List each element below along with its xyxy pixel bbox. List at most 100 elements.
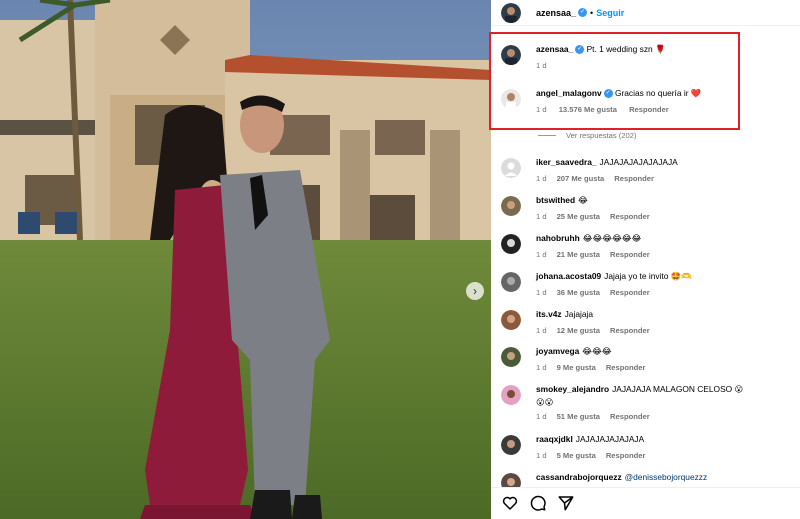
- comment-likes[interactable]: 12 Me gusta: [557, 326, 600, 335]
- view-replies-button[interactable]: Ver respuestas (202): [538, 131, 637, 140]
- comment-text: JAJAJAJAJAJAJAJA: [599, 157, 678, 167]
- comment-time[interactable]: 1 d: [536, 61, 547, 70]
- comment-text: JAJAJAJA MALAGON CELOSO 😮: [612, 384, 744, 394]
- wedding-photo-illustration: [0, 0, 491, 519]
- commenter-avatar[interactable]: [501, 272, 521, 292]
- comment-item: johana.acosta09 Jajaja yo te invito 🤩🫶 1 …: [501, 271, 692, 297]
- commenter-avatar[interactable]: [501, 310, 521, 330]
- comment-text: 😂😂😂: [582, 346, 612, 356]
- comment-time[interactable]: 1 d: [536, 105, 547, 114]
- comment-time[interactable]: 1 d: [536, 326, 547, 335]
- avatar-icon: [501, 89, 521, 109]
- comment-username[interactable]: its.v4z: [536, 309, 562, 319]
- view-replies-label: Ver respuestas (202): [566, 131, 637, 140]
- comment-likes[interactable]: 51 Me gusta: [557, 412, 600, 421]
- comment-text-continuation: 😮😮: [536, 397, 554, 407]
- avatar-icon: [501, 272, 521, 292]
- commenter-avatar[interactable]: [501, 435, 521, 455]
- reply-button[interactable]: Responder: [610, 250, 650, 259]
- comment-username[interactable]: smokey_alejandro: [536, 384, 609, 394]
- reply-button[interactable]: Responder: [614, 174, 654, 183]
- verified-badge-icon: ✓: [603, 89, 613, 99]
- reply-button[interactable]: Responder: [606, 363, 646, 372]
- avatar-icon: [501, 347, 521, 367]
- comment-text: 😂😂😂😂😂😂: [582, 233, 642, 243]
- replies-divider: [538, 135, 556, 136]
- verified-badge-icon: ✓: [575, 45, 585, 55]
- reply-button[interactable]: Responder: [610, 412, 650, 421]
- comment-item: btswithed 😂 1 d 25 Me gusta Responder: [501, 195, 660, 221]
- comment-time[interactable]: 1 d: [536, 412, 547, 421]
- comment-username[interactable]: iker_saavedra_: [536, 157, 597, 167]
- comment-likes[interactable]: 21 Me gusta: [557, 250, 600, 259]
- comment-likes[interactable]: 36 Me gusta: [557, 288, 600, 297]
- comment-time[interactable]: 1 d: [536, 250, 547, 259]
- follow-button[interactable]: Seguir: [596, 8, 624, 18]
- comment-text: Pt. 1 wedding szn 🌹: [586, 44, 666, 54]
- comment-time[interactable]: 1 d: [536, 174, 547, 183]
- chevron-right-icon: ›: [473, 284, 477, 298]
- comment-item: iker_saavedra_ JAJAJAJAJAJAJAJA 1 d 207 Me…: [501, 157, 678, 183]
- carousel-next-button[interactable]: ›: [466, 282, 484, 300]
- comment-likes[interactable]: 207 Me gusta: [557, 174, 605, 183]
- reply-button[interactable]: Responder: [629, 105, 669, 114]
- author-avatar[interactable]: [501, 2, 521, 23]
- avatar-icon: [501, 435, 521, 455]
- avatar-icon: [501, 196, 521, 216]
- comment-text: Jajaja yo te invito 🤩🫶: [604, 271, 692, 281]
- comment-mention-link[interactable]: @denissebojorquezzz: [625, 472, 708, 482]
- comment-username[interactable]: raaqxjdkl: [536, 434, 573, 444]
- comment-username[interactable]: btswithed: [536, 195, 575, 205]
- avatar-icon: [501, 310, 521, 330]
- comment-icon[interactable]: [529, 494, 547, 512]
- comment-time[interactable]: 1 d: [536, 288, 547, 297]
- commenter-avatar[interactable]: [501, 196, 521, 216]
- comment-time[interactable]: 1 d: [536, 212, 547, 221]
- comment-username[interactable]: cassandrabojorquezz: [536, 472, 622, 482]
- avatar-icon: [501, 2, 521, 23]
- commenter-avatar[interactable]: [501, 234, 521, 254]
- reply-button[interactable]: Responder: [610, 288, 650, 297]
- reply-button[interactable]: Responder: [606, 451, 646, 460]
- comment-likes[interactable]: 5 Me gusta: [557, 451, 596, 460]
- caption-comment: azensaa_ ✓ Pt. 1 wedding szn 🌹 1 d: [501, 44, 665, 70]
- commenter-avatar[interactable]: [501, 89, 521, 109]
- verified-badge-icon: ✓: [578, 8, 588, 17]
- author-username[interactable]: azensaa_: [536, 8, 576, 18]
- comment-likes[interactable]: 9 Me gusta: [557, 363, 596, 372]
- author-avatar[interactable]: [501, 45, 521, 65]
- comment-likes[interactable]: 25 Me gusta: [557, 212, 600, 221]
- comment-item: its.v4z Jajajaja 1 d 12 Me gusta Responder: [501, 309, 660, 335]
- comment-username[interactable]: johana.acosta09: [536, 271, 601, 281]
- comment-text: JAJAJAJAJAJAJA: [575, 434, 645, 444]
- post-action-bar: [491, 487, 800, 519]
- commenter-avatar[interactable]: [501, 385, 521, 405]
- comment-username[interactable]: azensaa_: [536, 44, 573, 54]
- comment-username[interactable]: nahobruhh: [536, 233, 580, 243]
- reply-button[interactable]: Responder: [610, 326, 650, 335]
- post-side-panel: azensaa_ ✓ • Seguir azensaa_ ✓ Pt. 1 wedd…: [489, 0, 800, 519]
- reply-button[interactable]: Responder: [610, 212, 650, 221]
- comment-item: joyamvega 😂😂😂 1 d 9 Me gusta Responder: [501, 346, 655, 372]
- comment-item: nahobruhh 😂😂😂😂😂😂 1 d 21 Me gusta Responder: [501, 233, 660, 259]
- comment-item: smokey_alejandro JAJAJAJA MALAGON CELOSO …: [501, 384, 743, 421]
- comment-time[interactable]: 1 d: [536, 451, 547, 460]
- heart-icon[interactable]: [501, 494, 519, 512]
- share-icon[interactable]: [557, 494, 575, 512]
- avatar-icon: [501, 45, 521, 65]
- comment-item: raaqxjdkl JAJAJAJAJAJAJA 1 d 5 Me gusta Res…: [501, 434, 655, 460]
- post-photo[interactable]: ›: [0, 0, 491, 519]
- separator-dot: •: [590, 7, 594, 18]
- comment-text: Gracias no quería ir ❤️: [614, 88, 702, 98]
- commenter-avatar[interactable]: [501, 158, 521, 178]
- post-header: azensaa_ ✓ • Seguir: [491, 0, 800, 26]
- avatar-icon: [501, 385, 521, 405]
- comment-likes[interactable]: 13.576 Me gusta: [559, 105, 617, 114]
- comment-time[interactable]: 1 d: [536, 363, 547, 372]
- comment-username[interactable]: joyamvega: [536, 346, 579, 356]
- comment-item: angel_malagonv ✓ Gracias no quería ir ❤️ …: [501, 88, 701, 114]
- comment-username[interactable]: angel_malagonv: [536, 88, 602, 98]
- commenter-avatar[interactable]: [501, 347, 521, 367]
- avatar-icon: [501, 234, 521, 254]
- comment-text: 😂: [578, 195, 588, 205]
